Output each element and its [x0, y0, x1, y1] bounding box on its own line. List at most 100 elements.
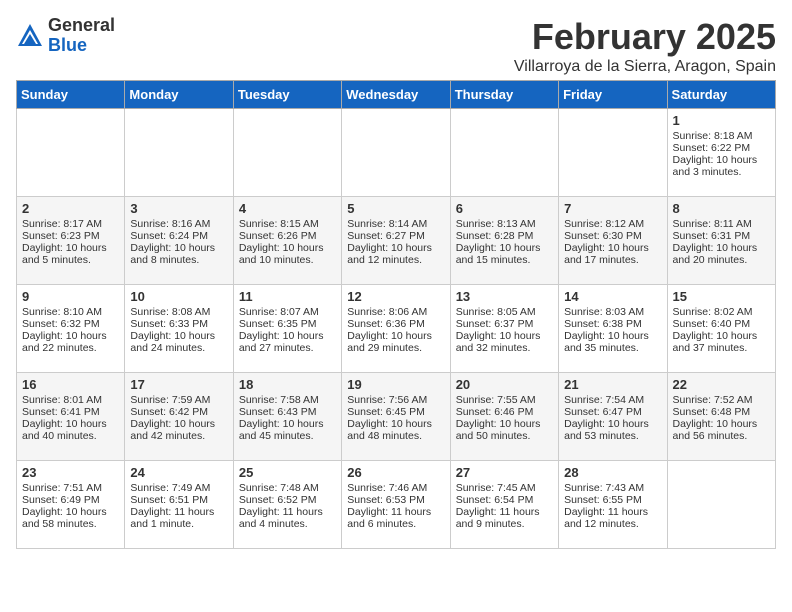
day-number: 12	[347, 289, 444, 304]
calendar-cell: 19Sunrise: 7:56 AMSunset: 6:45 PMDayligh…	[342, 373, 450, 461]
day-info: Daylight: 11 hours and 1 minute.	[130, 506, 227, 530]
calendar-cell	[450, 109, 558, 197]
calendar-cell: 7Sunrise: 8:12 AMSunset: 6:30 PMDaylight…	[559, 197, 667, 285]
day-info: Daylight: 10 hours and 37 minutes.	[673, 330, 770, 354]
day-info: Daylight: 10 hours and 22 minutes.	[22, 330, 119, 354]
calendar-week-row: 1Sunrise: 8:18 AMSunset: 6:22 PMDaylight…	[17, 109, 776, 197]
day-info: Daylight: 10 hours and 12 minutes.	[347, 242, 444, 266]
day-info: Sunrise: 8:02 AM	[673, 306, 770, 318]
calendar-cell: 2Sunrise: 8:17 AMSunset: 6:23 PMDaylight…	[17, 197, 125, 285]
page-header: General Blue February 2025 Villarroya de…	[16, 16, 776, 76]
day-of-week-header: Friday	[559, 81, 667, 109]
calendar-table: SundayMondayTuesdayWednesdayThursdayFrid…	[16, 80, 776, 549]
day-number: 5	[347, 201, 444, 216]
day-number: 23	[22, 465, 119, 480]
day-info: Sunrise: 8:08 AM	[130, 306, 227, 318]
month-title: February 2025	[514, 16, 776, 58]
day-info: Sunset: 6:23 PM	[22, 230, 119, 242]
calendar-cell: 21Sunrise: 7:54 AMSunset: 6:47 PMDayligh…	[559, 373, 667, 461]
calendar-week-row: 2Sunrise: 8:17 AMSunset: 6:23 PMDaylight…	[17, 197, 776, 285]
day-info: Sunset: 6:37 PM	[456, 318, 553, 330]
day-info: Sunset: 6:32 PM	[22, 318, 119, 330]
day-of-week-header: Thursday	[450, 81, 558, 109]
calendar-cell	[233, 109, 341, 197]
day-info: Sunset: 6:48 PM	[673, 406, 770, 418]
day-info: Sunset: 6:35 PM	[239, 318, 336, 330]
day-info: Daylight: 10 hours and 29 minutes.	[347, 330, 444, 354]
day-info: Daylight: 10 hours and 15 minutes.	[456, 242, 553, 266]
day-number: 14	[564, 289, 661, 304]
day-number: 10	[130, 289, 227, 304]
calendar-cell: 8Sunrise: 8:11 AMSunset: 6:31 PMDaylight…	[667, 197, 775, 285]
day-info: Daylight: 10 hours and 45 minutes.	[239, 418, 336, 442]
location-title: Villarroya de la Sierra, Aragon, Spain	[514, 58, 776, 76]
day-info: Sunset: 6:52 PM	[239, 494, 336, 506]
day-of-week-header: Saturday	[667, 81, 775, 109]
day-number: 8	[673, 201, 770, 216]
day-info: Daylight: 10 hours and 5 minutes.	[22, 242, 119, 266]
day-info: Sunrise: 8:15 AM	[239, 218, 336, 230]
logo: General Blue	[16, 16, 115, 56]
day-info: Sunset: 6:47 PM	[564, 406, 661, 418]
day-info: Sunrise: 8:05 AM	[456, 306, 553, 318]
day-info: Daylight: 10 hours and 58 minutes.	[22, 506, 119, 530]
calendar-week-row: 23Sunrise: 7:51 AMSunset: 6:49 PMDayligh…	[17, 461, 776, 549]
calendar-cell: 17Sunrise: 7:59 AMSunset: 6:42 PMDayligh…	[125, 373, 233, 461]
day-number: 20	[456, 377, 553, 392]
day-info: Sunrise: 7:51 AM	[22, 482, 119, 494]
day-info: Sunrise: 8:12 AM	[564, 218, 661, 230]
calendar-cell	[342, 109, 450, 197]
day-number: 22	[673, 377, 770, 392]
day-info: Sunrise: 8:14 AM	[347, 218, 444, 230]
day-number: 9	[22, 289, 119, 304]
title-block: February 2025 Villarroya de la Sierra, A…	[514, 16, 776, 76]
day-of-week-header: Wednesday	[342, 81, 450, 109]
day-info: Sunrise: 8:07 AM	[239, 306, 336, 318]
day-number: 1	[673, 113, 770, 128]
calendar-cell: 4Sunrise: 8:15 AMSunset: 6:26 PMDaylight…	[233, 197, 341, 285]
day-info: Daylight: 10 hours and 56 minutes.	[673, 418, 770, 442]
day-number: 7	[564, 201, 661, 216]
day-info: Sunset: 6:38 PM	[564, 318, 661, 330]
day-info: Daylight: 10 hours and 8 minutes.	[130, 242, 227, 266]
day-info: Daylight: 10 hours and 27 minutes.	[239, 330, 336, 354]
calendar-cell: 16Sunrise: 8:01 AMSunset: 6:41 PMDayligh…	[17, 373, 125, 461]
day-info: Sunrise: 7:52 AM	[673, 394, 770, 406]
day-info: Daylight: 11 hours and 4 minutes.	[239, 506, 336, 530]
day-info: Sunset: 6:43 PM	[239, 406, 336, 418]
calendar-cell	[125, 109, 233, 197]
day-info: Sunset: 6:53 PM	[347, 494, 444, 506]
day-number: 4	[239, 201, 336, 216]
day-info: Sunset: 6:54 PM	[456, 494, 553, 506]
day-info: Sunset: 6:51 PM	[130, 494, 227, 506]
day-info: Daylight: 10 hours and 32 minutes.	[456, 330, 553, 354]
calendar-cell: 20Sunrise: 7:55 AMSunset: 6:46 PMDayligh…	[450, 373, 558, 461]
calendar-cell: 13 Sunrise: 8:05 AMSunset: 6:37 PMDayligh…	[450, 285, 558, 373]
day-info: Daylight: 10 hours and 3 minutes.	[673, 154, 770, 178]
day-of-week-header: Sunday	[17, 81, 125, 109]
day-info: Sunrise: 7:49 AM	[130, 482, 227, 494]
logo-blue: Blue	[48, 35, 87, 55]
calendar-cell: 6Sunrise: 8:13 AMSunset: 6:28 PMDaylight…	[450, 197, 558, 285]
day-number: 15	[673, 289, 770, 304]
day-info: Daylight: 11 hours and 9 minutes.	[456, 506, 553, 530]
day-info: Daylight: 10 hours and 10 minutes.	[239, 242, 336, 266]
day-info: Sunrise: 7:45 AM	[456, 482, 553, 494]
calendar-week-row: 9Sunrise: 8:10 AMSunset: 6:32 PMDaylight…	[17, 285, 776, 373]
day-number: 28	[564, 465, 661, 480]
day-number: 13	[456, 289, 553, 304]
calendar-cell: 25 Sunrise: 7:48 AMSunset: 6:52 PMDayligh…	[233, 461, 341, 549]
day-info: Sunset: 6:36 PM	[347, 318, 444, 330]
day-info: Daylight: 10 hours and 24 minutes.	[130, 330, 227, 354]
day-info: Daylight: 10 hours and 53 minutes.	[564, 418, 661, 442]
day-info: Sunrise: 7:56 AM	[347, 394, 444, 406]
calendar-cell	[17, 109, 125, 197]
day-info: Sunrise: 8:06 AM	[347, 306, 444, 318]
day-info: Sunrise: 8:03 AM	[564, 306, 661, 318]
calendar-cell: 1Sunrise: 8:18 AMSunset: 6:22 PMDaylight…	[667, 109, 775, 197]
calendar-cell: 11Sunrise: 8:07 AMSunset: 6:35 PMDayligh…	[233, 285, 341, 373]
day-info: Sunset: 6:31 PM	[673, 230, 770, 242]
day-info: Sunrise: 7:54 AM	[564, 394, 661, 406]
day-info: Sunrise: 7:48 AM	[239, 482, 336, 494]
day-number: 25	[239, 465, 336, 480]
